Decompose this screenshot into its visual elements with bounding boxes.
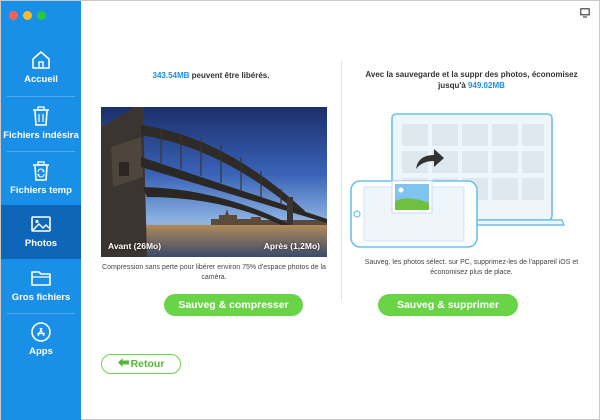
backup-delete-heading-line1: Avec la sauvegarde et la suppr des photo…	[365, 70, 578, 79]
back-button-label: Retour	[130, 358, 165, 370]
sidebar-item-label: Apps	[29, 346, 53, 357]
sidebar-item-accueil[interactable]: Accueil	[1, 41, 81, 95]
photo-icon	[31, 216, 51, 232]
bridge-image	[101, 107, 327, 257]
back-button[interactable]: Retour	[101, 354, 181, 374]
after-size-label: Après (1,2Mo)	[263, 241, 320, 251]
bridge-photo: Avant (26Mo) Après (1,2Mo)	[101, 107, 327, 257]
temp-bin-icon	[33, 161, 49, 181]
freeable-size: 343.54MB	[152, 71, 190, 80]
backup-illustration	[350, 113, 566, 248]
sidebar-item-label: Accueil	[24, 74, 58, 85]
backup-delete-heading: Avec la sauvegarde et la suppr des photo…	[342, 69, 600, 91]
backup-delete-panel: Avec la sauvegarde et la suppr des photo…	[342, 1, 600, 420]
sidebar-item-fichiers-temp[interactable]: Fichiers temp	[1, 152, 81, 206]
trash-icon	[33, 106, 49, 126]
sidebar-item-photos[interactable]: Photos	[1, 205, 81, 259]
zoom-window-button[interactable]	[37, 11, 46, 20]
home-icon	[32, 51, 50, 69]
app-store-icon	[31, 322, 51, 342]
before-size-label: Avant (26Mo)	[108, 241, 162, 251]
compress-description: Compression sans perte pour libérer envi…	[102, 264, 326, 281]
backup-delete-heading-prefix: jusqu'à	[438, 81, 468, 90]
compress-heading: 343.54MB peuvent être libérés.	[81, 71, 341, 80]
window-controls	[9, 11, 46, 20]
backup-delete-description: Sauveg. les photos sélect. sur PC, suppr…	[364, 259, 579, 276]
sidebar-item-label: Gros fichiers	[11, 292, 71, 303]
sidebar: Accueil Fichiers indésira Fichiers temp	[1, 1, 81, 420]
sidebar-item-label: Fichiers temp	[10, 185, 72, 196]
sidebar-item-label: Fichiers indésira	[3, 130, 79, 141]
backup-delete-heading-line2: jusqu'à 949.02MB	[342, 80, 600, 91]
backup-delete-button[interactable]: Sauveg & supprimer	[378, 294, 518, 316]
sidebar-item-label: Photos	[24, 238, 58, 249]
compress-heading-text: peuvent être libérés.	[189, 71, 270, 80]
sidebar-item-gros-fichiers[interactable]: Gros fichiers	[1, 259, 81, 313]
backup-compress-button[interactable]: Sauveg & compresser	[164, 294, 303, 316]
sidebar-item-apps[interactable]: Apps	[1, 313, 81, 367]
close-window-button[interactable]	[9, 11, 18, 20]
back-arrow-icon	[117, 358, 129, 367]
app-window: Accueil Fichiers indésira Fichiers temp	[0, 0, 600, 420]
folder-icon	[31, 271, 51, 286]
minimize-window-button[interactable]	[23, 11, 32, 20]
saveable-size: 949.02MB	[467, 81, 505, 90]
sidebar-item-fichiers-indesirables[interactable]: Fichiers indésira	[1, 97, 81, 151]
